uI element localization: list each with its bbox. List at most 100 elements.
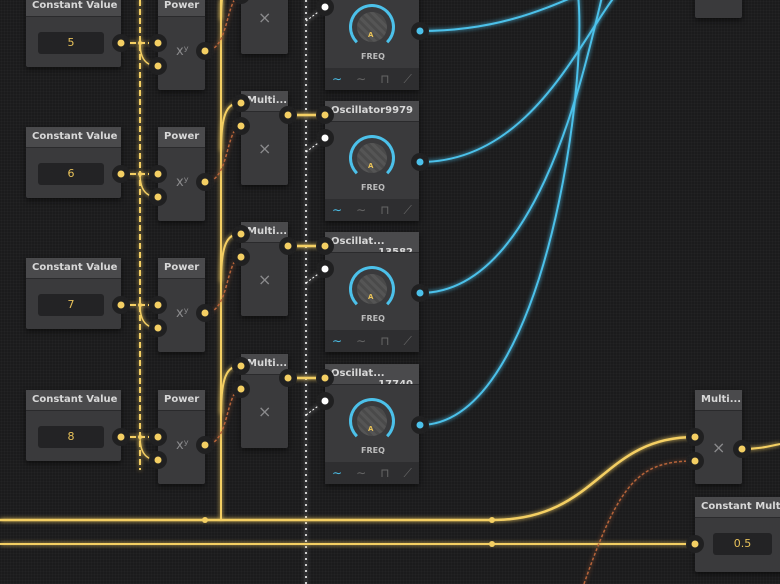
const-to-power-exp	[139, 173, 159, 198]
power-to-multiply	[204, 256, 242, 314]
oscillator-node[interactable]: A FREQ ∼ ∼ ⊓ ⟋	[325, 0, 419, 90]
oscillator-title: Oscillat...	[331, 236, 385, 247]
top-right-node[interactable]	[695, 0, 742, 18]
const-to-power-exp	[139, 42, 159, 67]
constant-value-node[interactable]: Constant Value 7	[26, 258, 121, 329]
multiply-icon: ×	[258, 8, 272, 27]
node-title: Multi...	[241, 222, 288, 243]
dotted-to-osc	[305, 137, 326, 153]
waveform-sine-icon[interactable]: ∼	[332, 72, 342, 86]
power-node[interactable]: Power xʸ	[158, 390, 205, 484]
oscillator-id: 17740	[378, 379, 413, 385]
waveform-square-icon[interactable]: ⊓	[380, 466, 389, 480]
dotted-to-osc	[305, 6, 326, 22]
constant-value-node[interactable]: Constant Value 8	[26, 390, 121, 461]
const-to-power-exp	[139, 436, 159, 461]
osc-output-wire	[419, 0, 581, 426]
value-field[interactable]: 5	[38, 32, 104, 54]
knob-label: FREQ	[361, 183, 385, 192]
knob-letter: A	[368, 425, 374, 433]
node-title: Constant Value	[26, 127, 121, 148]
multiply-icon: ×	[712, 438, 726, 457]
knob-label: FREQ	[361, 314, 385, 323]
multiply-icon: ×	[258, 402, 272, 421]
constant-multiply-node[interactable]: Constant Multi... 0.5	[695, 497, 780, 572]
knob-letter: A	[368, 293, 374, 301]
waveform-square-icon[interactable]: ⊓	[380, 203, 389, 217]
waveform-sawtooth-icon[interactable]: ⟋	[404, 72, 412, 87]
value-field[interactable]: 0.5	[713, 533, 772, 555]
node-title: Power	[158, 258, 205, 279]
oscillator-id: 13582	[378, 247, 413, 253]
dotted-to-osc	[305, 268, 326, 284]
waveform-selector: ∼ ∼ ⊓ ⟋	[325, 68, 419, 90]
waveform-sawtooth-icon[interactable]: ⟋	[404, 466, 412, 481]
waveform-sine-icon[interactable]: ∼	[332, 203, 342, 217]
const-to-power-exp	[139, 304, 159, 329]
multiply-node[interactable]: Multi... ×	[241, 354, 288, 448]
node-title: Power	[158, 0, 205, 17]
freq-knob[interactable]: A	[349, 398, 395, 444]
waveform-selector: ∼ ∼ ⊓ ⟋	[325, 199, 419, 221]
value-field[interactable]: 7	[38, 294, 104, 316]
node-title: Power	[158, 127, 205, 148]
oscillator-node[interactable]: Oscillat... 13582 A FREQ ∼ ∼ ⊓ ⟋	[325, 232, 419, 352]
power-icon: xʸ	[176, 306, 189, 321]
node-title: Multi...	[241, 91, 288, 112]
node-title: Power	[158, 390, 205, 411]
multiply-icon: ×	[258, 139, 272, 158]
oscillator-node[interactable]: Oscillator 9979 A FREQ ∼ ∼ ⊓ ⟋	[325, 101, 419, 221]
right-multiply-node[interactable]: Multi... ×	[695, 390, 742, 484]
knob-letter: A	[368, 31, 374, 39]
power-node[interactable]: Power xʸ	[158, 258, 205, 352]
oscillator-id: 9979	[385, 105, 413, 116]
freq-knob[interactable]: A	[349, 4, 395, 50]
power-node[interactable]: Power xʸ	[158, 127, 205, 221]
constant-value-node[interactable]: Constant Value 5	[26, 0, 121, 67]
waveform-sine-icon[interactable]: ∼	[332, 334, 342, 348]
waveform-triangle-icon[interactable]: ∼	[356, 203, 366, 217]
node-title: Multi...	[241, 354, 288, 375]
node-title: Oscillat... 13582	[325, 232, 419, 253]
waveform-square-icon[interactable]: ⊓	[380, 334, 389, 348]
constant-value-node[interactable]: Constant Value 6	[26, 127, 121, 198]
waveform-sawtooth-icon[interactable]: ⟋	[404, 334, 412, 349]
dotted-to-osc	[305, 400, 326, 416]
node-title: Oscillator 9979	[325, 101, 419, 122]
node-title: Constant Value	[26, 390, 121, 411]
freq-knob[interactable]: A	[349, 135, 395, 181]
value-field[interactable]: 8	[38, 426, 104, 448]
waveform-triangle-icon[interactable]: ∼	[356, 466, 366, 480]
power-icon: xʸ	[176, 44, 189, 59]
multiply-node[interactable]: Multi... ×	[241, 91, 288, 185]
power-icon: xʸ	[176, 438, 189, 453]
waveform-sawtooth-icon[interactable]: ⟋	[404, 203, 412, 218]
value-field[interactable]: 6	[38, 163, 104, 185]
node-title: Constant Value	[26, 258, 121, 279]
waveform-selector: ∼ ∼ ⊓ ⟋	[325, 330, 419, 352]
power-to-multiply	[204, 125, 242, 183]
power-icon: xʸ	[176, 175, 189, 190]
node-title: Constant Multi...	[695, 497, 780, 518]
oscillator-node[interactable]: Oscillat... 17740 A FREQ ∼ ∼ ⊓ ⟋	[325, 364, 419, 484]
waveform-selector: ∼ ∼ ⊓ ⟋	[325, 462, 419, 484]
osc-output-wire	[419, 0, 614, 163]
multiply-icon: ×	[258, 270, 272, 289]
oscillator-title: Oscillat...	[331, 368, 385, 379]
power-node[interactable]: Power xʸ	[158, 0, 205, 90]
waveform-triangle-icon[interactable]: ∼	[356, 72, 366, 86]
node-title: Constant Value	[26, 0, 121, 17]
waveform-triangle-icon[interactable]: ∼	[356, 334, 366, 348]
power-to-multiply	[204, 0, 236, 52]
multiply-node[interactable]: Multi... ×	[241, 0, 288, 54]
knob-label: FREQ	[361, 52, 385, 61]
node-title: Multi...	[695, 390, 742, 411]
osc-output-wire	[419, 0, 569, 32]
oscillator-title: Oscillator	[331, 105, 385, 116]
node-title: Oscillat... 17740	[325, 364, 419, 385]
waveform-square-icon[interactable]: ⊓	[380, 72, 389, 86]
knob-letter: A	[368, 162, 374, 170]
waveform-sine-icon[interactable]: ∼	[332, 466, 342, 480]
freq-knob[interactable]: A	[349, 266, 395, 312]
multiply-node[interactable]: Multi... ×	[241, 222, 288, 316]
